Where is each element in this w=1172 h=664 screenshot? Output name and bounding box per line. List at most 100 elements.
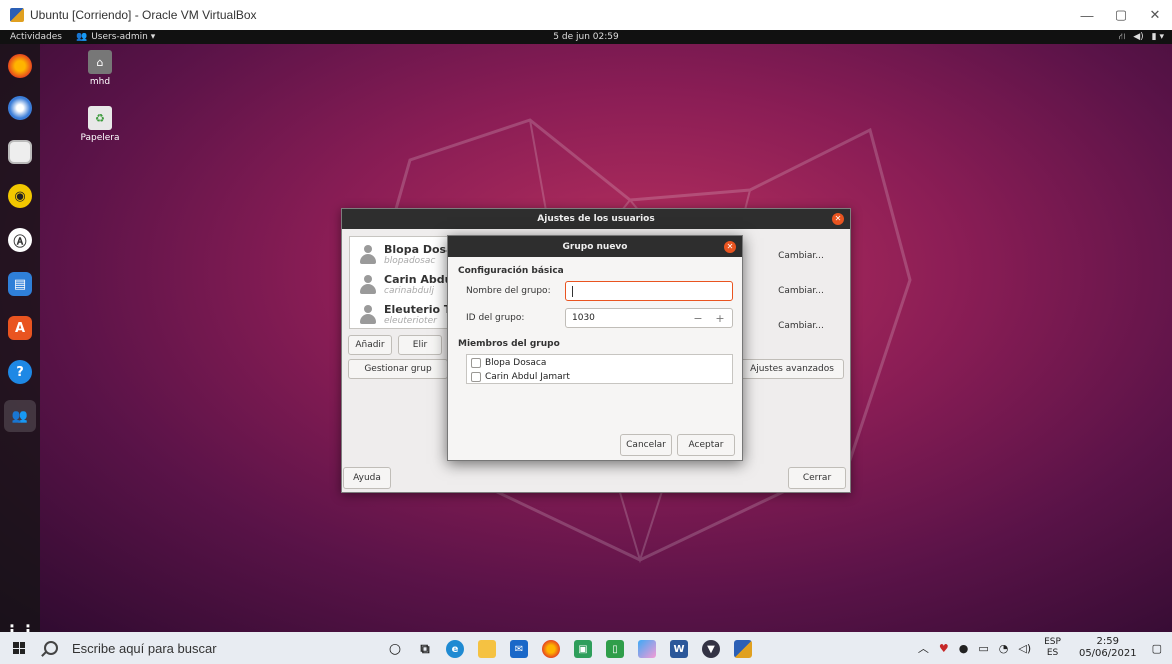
users-icon[interactable]: 👥 — [4, 400, 36, 432]
minimize-button[interactable]: — — [1070, 0, 1104, 30]
avatar — [360, 244, 376, 265]
new-group-dialog: Grupo nuevo ✕ Configuración básica Nombr… — [447, 235, 743, 461]
user-login: carinabdulj — [384, 285, 435, 296]
show-apps-icon[interactable]: ⋮⋮ — [4, 618, 36, 633]
clock[interactable]: 5 de jun 02:59 — [553, 32, 618, 42]
taskbar-search[interactable]: Escribe aquí para buscar — [34, 632, 358, 664]
firefox-icon[interactable] — [8, 54, 32, 78]
rhythmbox-icon[interactable]: ◉ — [8, 184, 32, 208]
virtualbox-icon — [10, 8, 24, 22]
app-menu[interactable]: 👥 Users-admin ▾ — [76, 32, 155, 42]
host-window-title: Ubuntu [Corriendo] - Oracle VM VirtualBo… — [30, 8, 257, 22]
vpn-icon[interactable]: ▼ — [702, 640, 720, 658]
members-heading: Miembros del grupo — [458, 339, 560, 349]
members-list: Blopa Dosaca Carin Abdul Jamart — [466, 354, 733, 384]
member-name: Blopa Dosaca — [485, 357, 547, 368]
search-icon — [44, 641, 58, 655]
user-name: Carin Abdu — [384, 272, 453, 286]
user-login: eleuterioter — [384, 315, 437, 326]
writer-icon[interactable]: ▤ — [8, 272, 32, 296]
decrement-button[interactable]: − — [688, 308, 708, 328]
desktop-icon-label: mhd — [89, 77, 111, 87]
avatar — [360, 274, 376, 295]
antivirus-icon[interactable]: ♥ — [939, 642, 949, 655]
user-name: Eleuterio T — [384, 302, 452, 316]
desktop-icon-label: Papelera — [80, 133, 120, 143]
close-dialog-button[interactable]: Cerrar — [788, 467, 846, 489]
change-button[interactable]: Cambiar... — [760, 314, 842, 338]
close-icon[interactable]: ✕ — [724, 241, 736, 253]
network-icon[interactable]: ⛙ — [1119, 32, 1125, 43]
mail-icon[interactable]: ✉ — [510, 640, 528, 658]
help-icon[interactable]: ? — [8, 360, 32, 384]
chevron-up-icon[interactable]: ︿ — [918, 640, 929, 656]
search-placeholder: Escribe aquí para buscar — [72, 640, 217, 656]
increment-button[interactable]: + — [710, 308, 730, 328]
notes-icon[interactable]: ▯ — [606, 640, 624, 658]
wifi-icon[interactable]: ◔ — [999, 642, 1009, 655]
edge-icon[interactable]: e — [446, 640, 464, 658]
activities-button[interactable]: Actividades — [10, 32, 62, 42]
app-menu-label: Users-admin ▾ — [91, 32, 156, 42]
virtualbox-taskbar-icon[interactable] — [734, 640, 752, 658]
close-button[interactable]: ✕ — [1138, 0, 1172, 30]
users-icon: 👥 — [75, 32, 88, 42]
firefox-taskbar-icon[interactable] — [542, 640, 560, 658]
list-item[interactable]: Blopa Dosaca — [471, 356, 546, 369]
desktop-icon-home[interactable]: ⌂ mhd — [76, 50, 124, 87]
member-name: Carin Abdul Jamart — [485, 371, 570, 382]
guest-desktop: Actividades 👥 Users-admin ▾ 5 de jun 02:… — [0, 30, 1172, 632]
user-name: Blopa Dosa — [384, 242, 454, 256]
file-explorer-icon[interactable] — [478, 640, 496, 658]
dialog-header: Grupo nuevo ✕ — [448, 236, 742, 257]
cancel-button[interactable]: Cancelar — [620, 434, 672, 456]
language-indicator[interactable]: ESP ES — [1044, 637, 1061, 659]
maximize-button[interactable]: ▢ — [1104, 0, 1138, 30]
help-button[interactable]: Ayuda — [343, 467, 391, 489]
group-name-input[interactable] — [565, 281, 733, 301]
notifications-icon[interactable]: ▢ — [1152, 642, 1162, 655]
manage-groups-button[interactable]: Gestionar grup — [348, 359, 448, 379]
battery-icon[interactable]: ▭ — [978, 642, 988, 655]
user-login: blopadosac — [384, 255, 436, 266]
thunderbird-icon[interactable] — [8, 96, 32, 120]
files-icon[interactable] — [8, 140, 32, 164]
photos-icon[interactable]: ▣ — [574, 640, 592, 658]
volume-icon[interactable]: ◀) — [1133, 32, 1143, 42]
system-tray: ︿ ♥ ● ▭ ◔ ◁) ESP ES 2:59 05/06/2021 ▢ — [913, 632, 1172, 664]
advanced-settings-button[interactable]: Ajustes avanzados — [740, 359, 844, 379]
windows-icon — [13, 642, 25, 654]
power-icon[interactable]: ▮ ▾ — [1152, 32, 1164, 42]
accept-button[interactable]: Aceptar — [677, 434, 735, 456]
host-title-bar: Ubuntu [Corriendo] - Oracle VM VirtualBo… — [0, 0, 1172, 30]
word-icon[interactable]: W — [670, 640, 688, 658]
change-button[interactable]: Cambiar... — [760, 244, 842, 268]
text-caret — [572, 285, 573, 297]
trash-icon: ♻ — [88, 106, 112, 130]
cortana-icon[interactable]: ○ — [386, 640, 404, 658]
group-id-label: ID del grupo: — [466, 313, 525, 323]
dialog-header: Ajustes de los usuarios ✕ — [342, 209, 850, 229]
microphone-icon[interactable]: ● — [959, 642, 969, 655]
avatar — [360, 304, 376, 325]
app-center-icon[interactable]: A — [8, 316, 32, 340]
add-user-button[interactable]: Añadir — [348, 335, 392, 355]
dialog-title: Ajustes de los usuarios — [537, 214, 655, 224]
start-button[interactable] — [4, 632, 34, 664]
desktop-icon-trash[interactable]: ♻ Papelera — [76, 106, 124, 143]
list-item[interactable]: Carin Abdul Jamart — [471, 370, 570, 383]
delete-user-button[interactable]: Elir — [398, 335, 442, 355]
member-checkbox[interactable] — [471, 371, 481, 382]
home-folder-icon: ⌂ — [88, 50, 112, 74]
speaker-icon[interactable]: ◁) — [1018, 642, 1031, 655]
taskbar-clock[interactable]: 2:59 05/06/2021 — [1079, 636, 1137, 660]
basic-config-heading: Configuración básica — [458, 266, 564, 276]
software-icon[interactable]: Ⓐ — [8, 228, 32, 252]
change-button[interactable]: Cambiar... — [760, 279, 842, 303]
gnome-top-bar: Actividades 👥 Users-admin ▾ 5 de jun 02:… — [0, 30, 1172, 44]
close-icon[interactable]: ✕ — [832, 213, 844, 225]
member-checkbox[interactable] — [471, 357, 481, 368]
app-icon[interactable] — [638, 640, 656, 658]
task-view-icon[interactable]: ⧉ — [416, 640, 434, 658]
group-name-label: Nombre del grupo: — [466, 286, 551, 296]
